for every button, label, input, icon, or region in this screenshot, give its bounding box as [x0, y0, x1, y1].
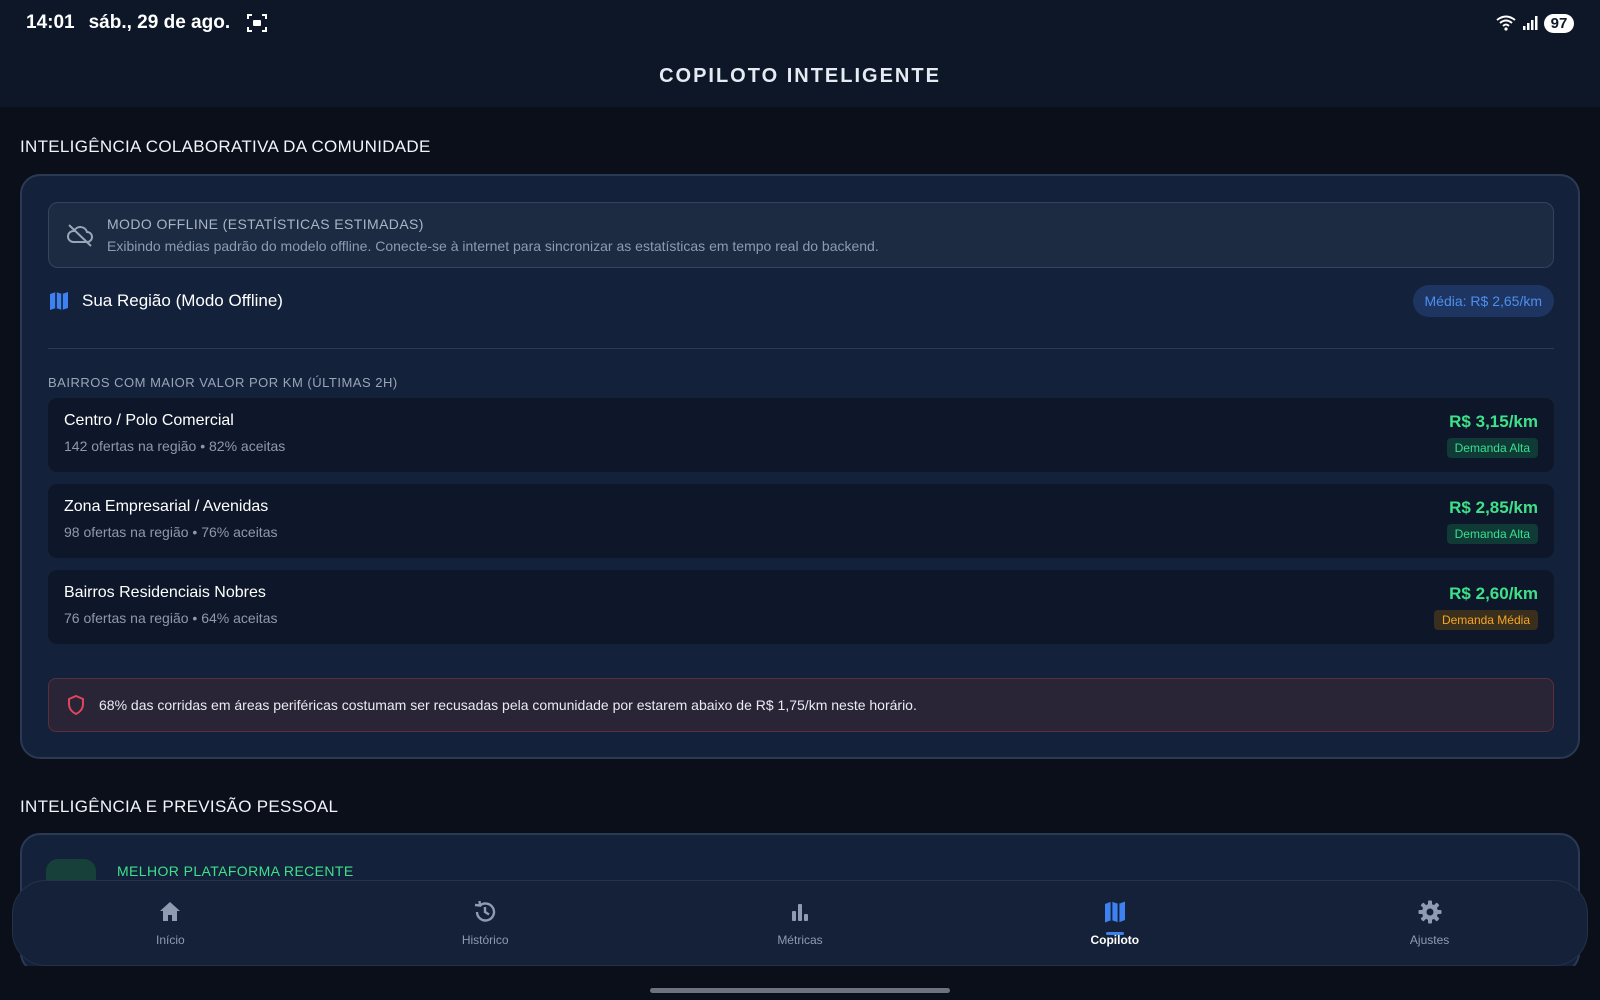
signal-icon: [1523, 16, 1538, 30]
shield-icon: [68, 695, 84, 715]
demand-badge: Demanda Média: [1433, 610, 1538, 630]
status-date: sáb., 29 de ago.: [88, 12, 231, 33]
demand-badge: Demanda Alta: [1446, 524, 1538, 544]
nav-item-metricas[interactable]: Métricas: [643, 881, 958, 965]
offline-banner: MODO OFFLINE (ESTATÍSTICAS ESTIMADAS) Ex…: [48, 202, 1554, 268]
community-section-title: INTELIGÊNCIA COLABORATIVA DA COMUNIDADE: [20, 137, 431, 156]
best-platform-label: MELHOR PLATAFORMA RECENTE: [117, 863, 354, 879]
neighborhood-stats: 98 ofertas na região • 76% aceitas: [64, 524, 278, 540]
list-item[interactable]: Zona Empresarial / Avenidas 98 ofertas n…: [48, 484, 1554, 558]
nav-item-ajustes[interactable]: Ajustes: [1272, 881, 1587, 965]
page-title: COPILOTO INTELIGENTE: [659, 65, 941, 87]
home-icon: [160, 902, 181, 921]
history-icon: [475, 900, 496, 922]
neighborhood-price: R$ 2,60/km: [1449, 584, 1538, 603]
neighborhood-name: Centro / Polo Comercial: [64, 412, 234, 429]
alert-text: 68% das corridas em áreas periféricas co…: [99, 697, 917, 713]
nav-item-inicio[interactable]: Início: [13, 881, 328, 965]
neighborhood-name: Zona Empresarial / Avenidas: [64, 498, 269, 515]
nav-label: Copiloto: [1090, 933, 1140, 947]
neighborhood-stats: 76 ofertas na região • 64% aceitas: [64, 610, 278, 626]
neighborhood-price: R$ 3,15/km: [1449, 412, 1538, 431]
status-indicators: 97: [1496, 13, 1574, 33]
offline-title: MODO OFFLINE (ESTATÍSTICAS ESTIMADAS): [107, 216, 424, 232]
system-bottom-bar: [0, 966, 1600, 1000]
active-indicator: [1105, 932, 1124, 935]
average-badge: Média: R$ 2,65/km: [1412, 285, 1554, 317]
nav-label: Início: [156, 933, 185, 947]
screenshot-icon: [247, 14, 268, 32]
bottom-nav: Início Histórico Métricas Copiloto Ajust…: [12, 880, 1588, 966]
nav-label: Métricas: [777, 933, 823, 947]
community-card: MODO OFFLINE (ESTATÍSTICAS ESTIMADAS) Ex…: [20, 174, 1580, 759]
nav-label: Histórico: [461, 933, 509, 947]
nav-item-historico[interactable]: Histórico: [328, 881, 643, 965]
list-item[interactable]: Centro / Polo Comercial 142 ofertas na r…: [48, 398, 1554, 472]
neighborhoods-list-header: BAIRROS COM MAIOR VALOR POR KM (ÚLTIMAS …: [48, 375, 398, 390]
demand-badge: Demanda Alta: [1446, 438, 1538, 458]
cloud-off-icon: [67, 224, 93, 247]
status-bar: 14:01 sáb., 29 de ago. 97: [0, 0, 1600, 46]
neighborhood-price: R$ 2,85/km: [1449, 498, 1538, 517]
neighborhood-stats: 142 ofertas na região • 82% aceitas: [64, 438, 286, 454]
wifi-icon: [1496, 15, 1516, 31]
battery-level: 97: [1544, 13, 1574, 33]
status-time: 14:01: [26, 12, 75, 33]
bar-chart-icon: [791, 904, 808, 921]
list-item[interactable]: Bairros Residenciais Nobres 76 ofertas n…: [48, 570, 1554, 644]
offline-description: Exibindo médias padrão do modelo offline…: [107, 238, 879, 254]
personal-section-title: INTELIGÊNCIA E PREVISÃO PESSOAL: [20, 797, 339, 816]
app-header: COPILOTO INTELIGENTE: [0, 46, 1600, 107]
map-icon: [1104, 901, 1125, 923]
region-name: Sua Região (Modo Offline): [82, 291, 283, 310]
neighborhood-name: Bairros Residenciais Nobres: [64, 584, 266, 601]
home-indicator[interactable]: [650, 988, 950, 993]
nav-label: Ajustes: [1409, 933, 1450, 947]
divider: [48, 348, 1554, 349]
community-alert: 68% das corridas em áreas periféricas co…: [48, 678, 1554, 732]
map-icon: [50, 292, 68, 310]
nav-item-copiloto[interactable]: Copiloto: [957, 881, 1272, 965]
gear-icon: [1418, 900, 1442, 924]
region-row: Sua Região (Modo Offline) Média: R$ 2,65…: [48, 284, 1554, 318]
